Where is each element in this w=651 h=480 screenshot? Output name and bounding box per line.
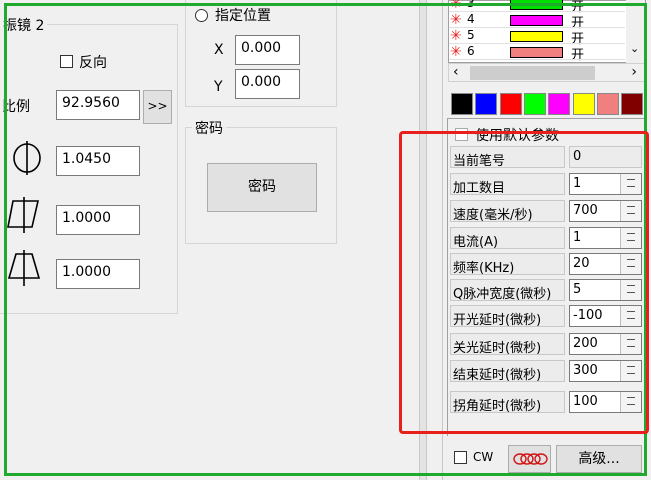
red-outline bbox=[399, 131, 649, 434]
